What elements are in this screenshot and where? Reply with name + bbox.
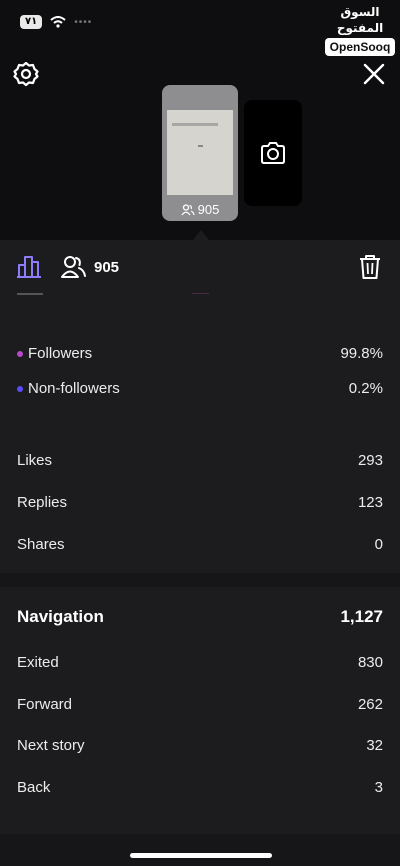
nonfollowers-dot [17,385,23,392]
trash-icon [360,255,380,279]
navigation-row-next-story: Next story 32 [17,737,383,754]
delete-story-button[interactable] [358,254,382,285]
battery-indicator: ٧١ [20,15,43,29]
audience-value: 0.2% [348,380,383,397]
add-story-card[interactable] [244,100,302,206]
selected-story-pointer [193,230,209,240]
navigation-value: 3 [374,779,383,796]
interaction-value: 0 [374,536,383,553]
interaction-label: Shares [17,536,65,553]
story-preview-area: ٧١ •••• السوق المفتوح OpenSooq 905 [0,0,400,240]
bar-chart-icon [17,256,41,278]
home-indicator[interactable] [130,853,272,858]
watermark-arabic: السوق المفتوح [336,5,384,35]
tab-viewers[interactable]: 905 [60,255,119,279]
interaction-row-shares: Shares 0 [17,536,383,553]
navigation-label: Exited [17,654,59,671]
watermark-english: OpenSooq [324,38,396,56]
insights-tabbar: 905 [0,241,400,297]
wifi-icon [50,16,66,28]
audience-row-followers: Followers 99.8% [17,345,383,362]
section-spacer [0,418,400,432]
audience-row-nonfollowers: Non-followers 0.2% [17,380,383,397]
audience-value: 99.8% [340,345,383,362]
navigation-header: Navigation 1,127 [17,607,383,627]
navigation-label: Back [17,779,51,796]
story-viewer-count: 905 [162,202,238,217]
story-text-mark [198,145,203,147]
audience-label: Non-followers [28,380,120,397]
close-button[interactable] [357,57,391,91]
audience-label: Followers [28,345,93,362]
interaction-value: 293 [357,452,383,469]
tab-indicator [192,293,209,294]
interaction-label: Replies [17,494,68,511]
settings-button[interactable] [9,57,43,91]
navigation-label: Next story [17,737,85,754]
story-thumbnail[interactable]: 905 [162,85,238,221]
story-viewer-count-value: 905 [197,202,220,217]
viewers-icon [181,203,195,215]
signal-icon: •••• [74,16,93,28]
navigation-value: 830 [357,654,383,671]
navigation-row-back: Back 3 [17,779,383,796]
followers-dot [17,350,23,357]
people-icon [61,256,86,278]
gear-icon [13,61,39,87]
watermark-logo: السوق المفتوح OpenSooq [324,4,396,56]
navigation-row-forward: Forward 262 [17,696,383,713]
close-icon [363,63,385,85]
interaction-label: Likes [17,452,53,469]
story-text-line [172,123,218,126]
tab-insights[interactable] [16,253,44,284]
navigation-label: Forward [17,696,73,713]
status-bar: ٧١ •••• [20,12,92,32]
camera-icon [261,142,285,164]
navigation-row-exited: Exited 830 [17,654,383,671]
navigation-value: 262 [357,696,383,713]
navigation-total: 1,127 [340,607,383,626]
navigation-title: Navigation [17,607,104,626]
interaction-value: 123 [357,494,383,511]
bottom-bar [0,834,400,866]
navigation-value: 32 [366,737,383,754]
active-tab-underline [17,293,43,295]
interaction-row-likes: Likes 293 [17,452,383,469]
section-divider [0,573,400,587]
interaction-row-replies: Replies 123 [17,494,383,511]
tab-viewers-count: 905 [94,258,120,276]
